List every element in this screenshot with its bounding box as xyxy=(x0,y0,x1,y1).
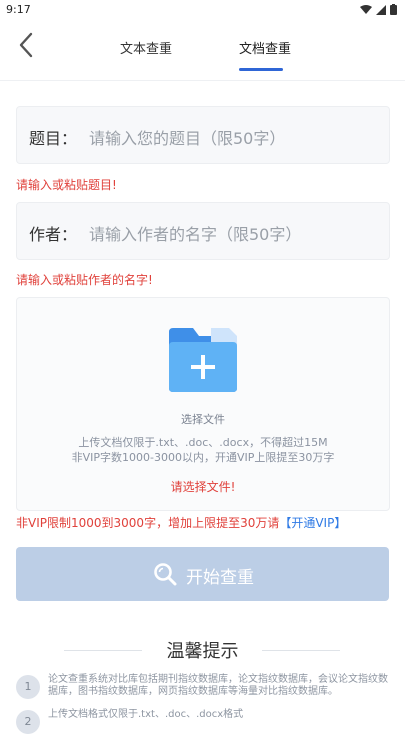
back-arrow-icon[interactable] xyxy=(12,30,42,60)
status-time: 9:17 xyxy=(6,3,31,16)
upload-vip-info: 非VIP字数1000-3000以内，开通VIP上限提至30万字 xyxy=(71,451,335,464)
file-upload-area[interactable]: 选择文件 上传文档仅限于.txt、.doc、.docx，不得超过15M 非VIP… xyxy=(16,297,390,511)
cellular-signal-icon xyxy=(376,4,386,15)
upload-format-info: 上传文档仅限于.txt、.doc、.docx，不得超过15M xyxy=(78,436,328,449)
author-error: 请输入或粘贴作者的名字! xyxy=(16,273,153,287)
active-tab-indicator xyxy=(239,68,283,71)
tip-number: 1 xyxy=(16,675,40,699)
header: 文本查重 文档查重 xyxy=(0,22,405,78)
start-check-button[interactable]: 开始查重 xyxy=(16,547,389,601)
vip-limit-text: 非VIP限制1000到3000字，增加上限提至30万请 xyxy=(16,516,280,530)
start-check-label: 开始查重 xyxy=(186,568,254,588)
tip-text: 上传文档格式仅限于.txt、.doc、.docx格式 xyxy=(48,709,244,720)
battery-icon xyxy=(390,4,397,15)
tab-text-check[interactable]: 文本查重 xyxy=(120,38,172,57)
search-icon xyxy=(154,563,177,586)
tips-divider-right xyxy=(262,650,340,651)
no-file-error: 请选择文件! xyxy=(170,480,236,494)
wifi-icon xyxy=(360,4,372,14)
header-divider xyxy=(0,80,405,81)
tip-number: 2 xyxy=(16,710,40,734)
title-field[interactable]: 题目： 请输入您的题目（限50字） xyxy=(16,106,390,164)
choose-file-label[interactable]: 选择文件 xyxy=(17,411,389,427)
author-input[interactable]: 请输入作者的名字（限50字） xyxy=(89,221,301,245)
vip-limit-notice: 非VIP限制1000到3000字，增加上限提至30万请【开通VIP】 xyxy=(16,514,346,531)
status-bar: 9:17 xyxy=(0,0,405,22)
author-field[interactable]: 作者： 请输入作者的名字（限50字） xyxy=(16,202,390,260)
title-label: 题目： xyxy=(29,129,78,148)
add-folder-icon[interactable] xyxy=(167,328,239,392)
open-vip-link[interactable]: 【开通VIP】 xyxy=(279,516,346,530)
tip-text: 论文查重系统对比库包括期刊指纹数据库，论文指纹数据库，会议论文指纹数据库，图书指… xyxy=(48,674,388,697)
title-input[interactable]: 请输入您的题目（限50字） xyxy=(89,125,285,149)
author-label: 作者： xyxy=(29,225,78,244)
status-icons xyxy=(360,4,397,15)
title-error: 请输入或粘贴题目! xyxy=(16,178,117,192)
tips-title: 温馨提示 xyxy=(166,641,239,662)
tab-document-check[interactable]: 文档查重 xyxy=(239,38,291,57)
